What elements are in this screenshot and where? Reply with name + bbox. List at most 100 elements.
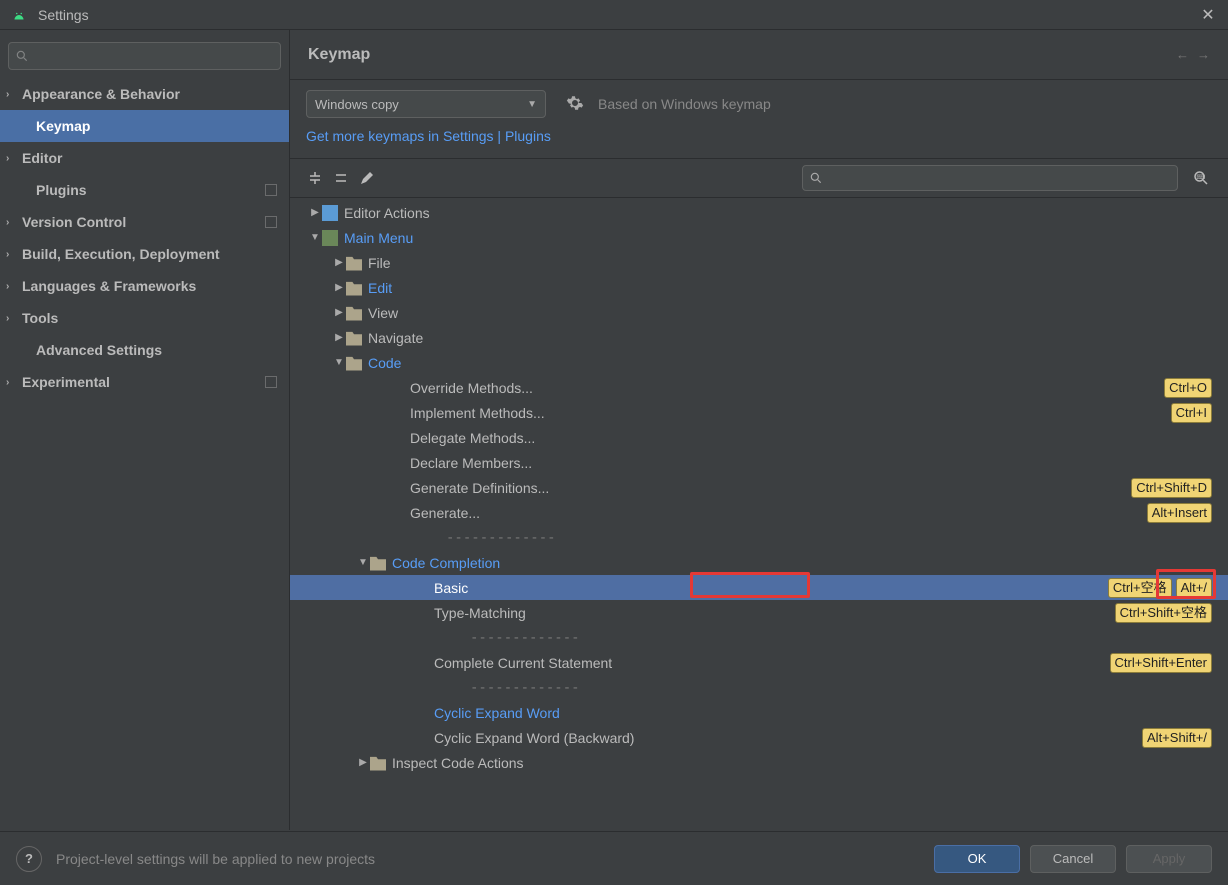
tree-row-label: Edit <box>368 280 392 296</box>
tree-row-label: Implement Methods... <box>410 405 545 421</box>
shortcut-badge: Alt+Shift+/ <box>1142 728 1212 748</box>
tree-row[interactable]: ▶View <box>290 300 1228 325</box>
sidebar-item[interactable]: › Editor <box>0 142 289 174</box>
window-title: Settings <box>38 7 89 23</box>
tree-row[interactable]: ▶Edit <box>290 275 1228 300</box>
gear-icon[interactable] <box>566 94 584 115</box>
get-more-keymaps-link[interactable]: Get more keymaps in Settings | Plugins <box>306 128 551 144</box>
shortcut-list: Ctrl+I <box>1171 403 1212 423</box>
tree-row[interactable]: Generate...Alt+Insert <box>290 500 1228 525</box>
svg-text:⌨: ⌨ <box>1197 174 1206 181</box>
actions-tree[interactable]: ▶Editor Actions▼Main Menu▶File▶Edit▶View… <box>290 198 1228 830</box>
chevron-right-icon: ▶ <box>308 207 322 218</box>
settings-sidebar: ›Appearance & BehaviorKeymap›EditorPlugi… <box>0 30 290 830</box>
apply-button[interactable]: Apply <box>1126 845 1212 873</box>
folder-icon <box>346 280 362 296</box>
sidebar-item[interactable]: ›Experimental <box>0 366 289 398</box>
expand-all-icon[interactable] <box>302 165 328 191</box>
tree-search-input[interactable] <box>802 165 1178 191</box>
edit-shortcut-icon[interactable] <box>354 165 380 191</box>
tree-toolbar: ⌨ <box>290 158 1228 198</box>
sidebar-item[interactable]: ›Languages & Frameworks <box>0 270 289 302</box>
tree-row-label: Basic <box>434 580 468 596</box>
tree-row[interactable]: Generate Definitions...Ctrl+Shift+D <box>290 475 1228 500</box>
sidebar-item-label: Tools <box>22 310 58 326</box>
tree-row-label: Navigate <box>368 330 423 346</box>
tree-row-label: Code Completion <box>392 555 500 571</box>
help-icon[interactable]: ? <box>16 846 42 872</box>
tree-row[interactable]: Cyclic Expand Word <box>290 700 1228 725</box>
separator: ------------- <box>290 525 1228 550</box>
sidebar-item-label: Advanced Settings <box>36 342 162 358</box>
sidebar-item[interactable]: › Tools <box>0 302 289 334</box>
chevron-right-icon: ▶ <box>332 332 346 343</box>
actions-icon <box>322 205 338 221</box>
tree-row[interactable]: Cyclic Expand Word (Backward) Alt+Shift+/ <box>290 725 1228 750</box>
tree-row[interactable]: Implement Methods... Ctrl+I <box>290 400 1228 425</box>
tree-row-label: View <box>368 305 398 321</box>
tree-row[interactable]: ▶Inspect Code Actions <box>290 750 1228 775</box>
tree-row-label: Override Methods... <box>410 380 533 396</box>
cancel-button[interactable]: Cancel <box>1030 845 1116 873</box>
tree-row[interactable]: ▶ Navigate <box>290 325 1228 350</box>
sidebar-item-label: Editor <box>22 150 62 166</box>
search-icon <box>15 49 29 63</box>
chevron-right-icon: › <box>6 281 9 292</box>
tree-row[interactable]: ▼Main Menu <box>290 225 1228 250</box>
collapse-all-icon[interactable] <box>328 165 354 191</box>
shortcut-list: Ctrl+Shift+空格 <box>1115 603 1212 623</box>
chevron-down-icon: ▼ <box>308 232 322 243</box>
sidebar-item-label: Appearance & Behavior <box>22 86 180 102</box>
sidebar-item[interactable]: ›Build, Execution, Deployment <box>0 238 289 270</box>
close-icon[interactable]: ✕ <box>1198 5 1218 25</box>
cancel-button-label: Cancel <box>1053 851 1093 866</box>
chevron-right-icon: › <box>6 313 9 324</box>
shortcut-badge: Alt+/ <box>1176 578 1212 598</box>
sidebar-item-label: Experimental <box>22 374 110 390</box>
tree-row[interactable]: ▼Code Completion <box>290 550 1228 575</box>
content-panel: Keymap ← → Windows copy ▼ Based on Windo… <box>290 30 1228 830</box>
chevron-right-icon: › <box>6 153 9 164</box>
sidebar-item[interactable]: Plugins <box>0 174 289 206</box>
sidebar-item[interactable]: ›Appearance & Behavior <box>0 78 289 110</box>
tree-row[interactable]: ▶ Editor Actions <box>290 200 1228 225</box>
tree-row[interactable]: Override Methods...Ctrl+O <box>290 375 1228 400</box>
sidebar-item[interactable]: ›Version Control <box>0 206 289 238</box>
tree-row[interactable]: Delegate Methods... <box>290 425 1228 450</box>
android-studio-logo-icon <box>10 6 28 24</box>
tree-row[interactable]: Complete Current StatementCtrl+Shift+Ent… <box>290 650 1228 675</box>
chevron-right-icon: ▶ <box>332 257 346 268</box>
project-scope-icon <box>265 184 277 196</box>
folder-icon <box>370 755 386 771</box>
sidebar-item[interactable]: Keymap <box>0 110 289 142</box>
sidebar-search-input[interactable] <box>8 42 281 70</box>
chevron-down-icon: ▼ <box>332 357 346 368</box>
keymap-selector-value: Windows copy <box>315 97 399 112</box>
shortcut-list: Ctrl+Shift+D <box>1131 478 1212 498</box>
dialog-footer: ? Project-level settings will be applied… <box>0 831 1228 885</box>
tree-row[interactable]: ▶File <box>290 250 1228 275</box>
keymap-selector-dropdown[interactable]: Windows copy ▼ <box>306 90 546 118</box>
shortcut-badge: Ctrl+I <box>1171 403 1212 423</box>
nav-back-icon[interactable]: ← <box>1176 47 1189 62</box>
project-scope-icon <box>265 376 277 388</box>
shortcut-badge: Ctrl+Shift+D <box>1131 478 1212 498</box>
sidebar-item[interactable]: Advanced Settings <box>0 334 289 366</box>
titlebar: Settings ✕ <box>0 0 1228 30</box>
tree-row[interactable]: ▼ Code <box>290 350 1228 375</box>
tree-row[interactable]: Type-MatchingCtrl+Shift+空格 <box>290 600 1228 625</box>
folder-icon <box>346 305 362 321</box>
ok-button[interactable]: OK <box>934 845 1020 873</box>
nav-forward-icon[interactable]: → <box>1197 47 1210 62</box>
shortcut-list: Alt+Insert <box>1147 503 1212 523</box>
ok-button-label: OK <box>968 851 987 866</box>
tree-row[interactable]: BasicCtrl+空格Alt+/ <box>290 575 1228 600</box>
content-header: Keymap ← → <box>290 30 1228 80</box>
tree-row[interactable]: Declare Members... <box>290 450 1228 475</box>
tree-row-label: Code <box>368 355 401 371</box>
sidebar-item-label: Keymap <box>36 118 90 134</box>
tree-row-label: Cyclic Expand Word (Backward) <box>434 730 634 746</box>
find-by-shortcut-icon[interactable]: ⌨ <box>1186 165 1216 191</box>
tree-row-label: Cyclic Expand Word <box>434 705 560 721</box>
tree-row-label: Editor Actions <box>344 205 430 221</box>
